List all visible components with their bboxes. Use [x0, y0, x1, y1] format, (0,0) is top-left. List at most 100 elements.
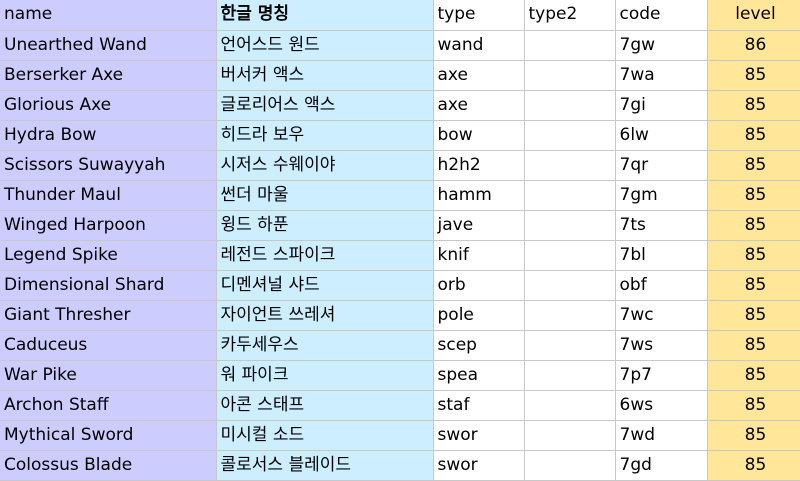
cell-type2[interactable]	[524, 390, 616, 421]
cell-code[interactable]: 7ts	[615, 210, 708, 241]
cell-code[interactable]: 6ws	[615, 390, 708, 421]
header-cell-level[interactable]: level	[707, 0, 800, 31]
cell-code[interactable]: 7bl	[615, 240, 708, 271]
cell-name[interactable]: Glorious Axe	[0, 90, 217, 121]
cell-korean[interactable]: 버서커 액스	[216, 60, 434, 91]
cell-type2[interactable]	[524, 300, 616, 331]
cell-type[interactable]: spea	[433, 360, 525, 391]
cell-korean[interactable]: 윙드 하푼	[216, 210, 434, 241]
cell-type[interactable]: swor	[433, 450, 525, 481]
cell-korean[interactable]: 언어스드 원드	[216, 30, 434, 61]
header-cell-korean[interactable]: 한글 명칭	[216, 0, 434, 31]
cell-korean[interactable]: 썬더 마울	[216, 180, 434, 211]
cell-code[interactable]: 7p7	[615, 360, 708, 391]
cell-type2[interactable]	[524, 450, 616, 481]
cell-name[interactable]: Winged Harpoon	[0, 210, 217, 241]
cell-code[interactable]: 6lw	[615, 120, 708, 151]
cell-code[interactable]: 7ws	[615, 330, 708, 361]
table-row: Colossus Blade 콜로서스 블레이드 swor 7gd 85	[0, 450, 800, 481]
cell-type[interactable]: pole	[433, 300, 525, 331]
cell-name[interactable]: Legend Spike	[0, 240, 217, 271]
cell-type2[interactable]	[524, 150, 616, 181]
cell-type[interactable]: jave	[433, 210, 525, 241]
cell-type[interactable]: wand	[433, 30, 525, 61]
cell-code[interactable]: 7gm	[615, 180, 708, 211]
cell-name[interactable]: War Pike	[0, 360, 217, 391]
cell-name[interactable]: Scissors Suwayyah	[0, 150, 217, 181]
cell-name[interactable]: Dimensional Shard	[0, 270, 217, 301]
cell-type2[interactable]	[524, 30, 616, 61]
cell-korean[interactable]: 카두세우스	[216, 330, 434, 361]
cell-level[interactable]: 85	[707, 90, 800, 121]
cell-korean[interactable]: 워 파이크	[216, 360, 434, 391]
cell-type2[interactable]	[524, 90, 616, 121]
header-cell-name[interactable]: name	[0, 0, 217, 31]
cell-name[interactable]: Berserker Axe	[0, 60, 217, 91]
cell-type2[interactable]	[524, 360, 616, 391]
cell-level[interactable]: 85	[707, 300, 800, 331]
table-row: Berserker Axe 버서커 액스 axe 7wa 85	[0, 60, 800, 91]
cell-type2[interactable]	[524, 180, 616, 211]
cell-name[interactable]: Hydra Bow	[0, 120, 217, 151]
cell-level[interactable]: 85	[707, 330, 800, 361]
cell-type[interactable]: swor	[433, 420, 525, 451]
cell-code[interactable]: 7gd	[615, 450, 708, 481]
cell-type2[interactable]	[524, 120, 616, 151]
cell-name[interactable]: Unearthed Wand	[0, 30, 217, 61]
cell-korean[interactable]: 히드라 보우	[216, 120, 434, 151]
cell-type[interactable]: h2h2	[433, 150, 525, 181]
header-cell-code[interactable]: code	[615, 0, 708, 31]
cell-code[interactable]: 7wa	[615, 60, 708, 91]
cell-korean[interactable]: 미시컬 소드	[216, 420, 434, 451]
cell-type[interactable]: orb	[433, 270, 525, 301]
cell-code[interactable]: 7wc	[615, 300, 708, 331]
header-cell-type[interactable]: type	[433, 0, 525, 31]
cell-type2[interactable]	[524, 270, 616, 301]
cell-level[interactable]: 85	[707, 240, 800, 271]
cell-type[interactable]: bow	[433, 120, 525, 151]
cell-level[interactable]: 85	[707, 180, 800, 211]
cell-code[interactable]: obf	[615, 270, 708, 301]
cell-type[interactable]: axe	[433, 60, 525, 91]
cell-type[interactable]: hamm	[433, 180, 525, 211]
cell-type2[interactable]	[524, 60, 616, 91]
cell-level[interactable]: 85	[707, 420, 800, 451]
cell-type[interactable]: axe	[433, 90, 525, 121]
table-row: Glorious Axe 글로리어스 액스 axe 7gi 85	[0, 90, 800, 121]
cell-code[interactable]: 7gw	[615, 30, 708, 61]
cell-level[interactable]: 85	[707, 120, 800, 151]
cell-type2[interactable]	[524, 210, 616, 241]
cell-code[interactable]: 7qr	[615, 150, 708, 181]
cell-level[interactable]: 85	[707, 150, 800, 181]
cell-type2[interactable]	[524, 240, 616, 271]
cell-korean[interactable]: 아콘 스태프	[216, 390, 434, 421]
cell-name[interactable]: Thunder Maul	[0, 180, 217, 211]
cell-korean[interactable]: 디멘셔널 샤드	[216, 270, 434, 301]
cell-name[interactable]: Giant Thresher	[0, 300, 217, 331]
cell-type[interactable]: knif	[433, 240, 525, 271]
cell-level[interactable]: 85	[707, 450, 800, 481]
cell-korean[interactable]: 시저스 수웨이야	[216, 150, 434, 181]
table-row: Winged Harpoon 윙드 하푼 jave 7ts 85	[0, 210, 800, 241]
cell-name[interactable]: Colossus Blade	[0, 450, 217, 481]
cell-name[interactable]: Mythical Sword	[0, 420, 217, 451]
cell-level[interactable]: 85	[707, 210, 800, 241]
cell-level[interactable]: 85	[707, 360, 800, 391]
cell-type2[interactable]	[524, 420, 616, 451]
cell-korean[interactable]: 콜로서스 블레이드	[216, 450, 434, 481]
cell-level[interactable]: 85	[707, 270, 800, 301]
header-cell-type2[interactable]: type2	[524, 0, 616, 31]
cell-level[interactable]: 85	[707, 390, 800, 421]
cell-name[interactable]: Archon Staff	[0, 390, 217, 421]
cell-level[interactable]: 86	[707, 30, 800, 61]
cell-code[interactable]: 7wd	[615, 420, 708, 451]
cell-korean[interactable]: 자이언트 쓰레셔	[216, 300, 434, 331]
cell-code[interactable]: 7gi	[615, 90, 708, 121]
cell-name[interactable]: Caduceus	[0, 330, 217, 361]
cell-type[interactable]: scep	[433, 330, 525, 361]
cell-level[interactable]: 85	[707, 60, 800, 91]
cell-korean[interactable]: 글로리어스 액스	[216, 90, 434, 121]
cell-type[interactable]: staf	[433, 390, 525, 421]
cell-type2[interactable]	[524, 330, 616, 361]
cell-korean[interactable]: 레전드 스파이크	[216, 240, 434, 271]
